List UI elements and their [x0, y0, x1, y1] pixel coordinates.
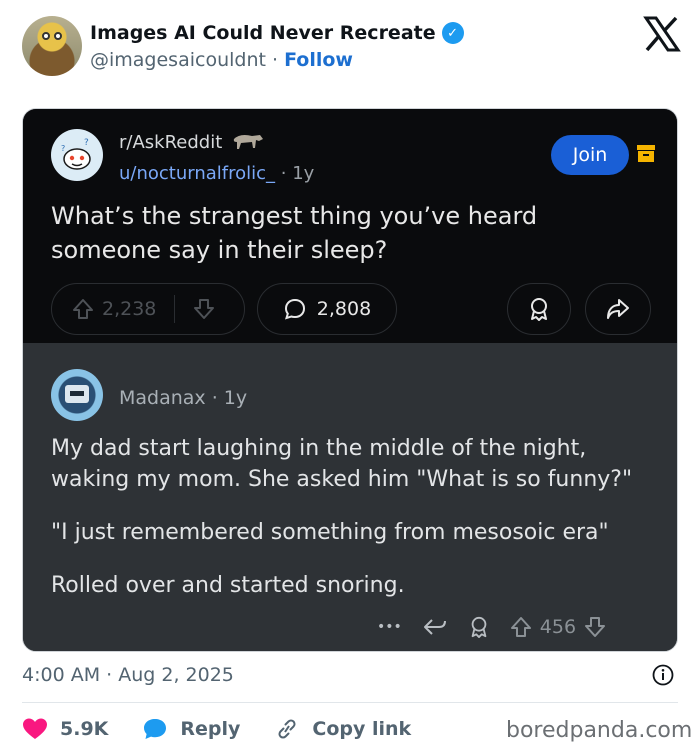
avatar-eye-left	[42, 32, 50, 40]
award-button[interactable]	[507, 283, 571, 335]
award-icon	[531, 298, 547, 321]
link-icon	[278, 719, 296, 739]
upvote-icon[interactable]	[72, 298, 94, 320]
comment-bubble-icon	[284, 298, 305, 320]
comment-count: 2,808	[316, 298, 372, 320]
comment-paragraph: Rolled over and started snoring.	[51, 573, 405, 598]
reply-bubble-icon	[144, 719, 167, 739]
author-handle[interactable]: @imagesaicouldnt	[90, 49, 266, 71]
comment-paragraph: "I just remembered something from mesoso…	[51, 520, 609, 545]
reply-label: Reply	[180, 718, 241, 740]
comment-vote-group: 456	[510, 616, 606, 638]
archive-icon[interactable]	[637, 143, 655, 163]
comment-award-icon[interactable]	[468, 615, 490, 639]
copy-link-button[interactable]: Copy link	[274, 717, 411, 741]
commenter-avatar[interactable]	[51, 369, 103, 421]
downvote-icon[interactable]	[193, 298, 215, 320]
post-title: What’s the strangest thing you’ve heard …	[51, 202, 538, 264]
author-avatar[interactable]	[22, 16, 82, 76]
commenter-row: Madanax · 1y	[119, 387, 247, 409]
heart-icon	[23, 718, 47, 739]
like-count: 5.9K	[60, 718, 109, 740]
boredpanda-watermark: boredpanda.com	[506, 718, 693, 743]
post-upvote-count: 2,238	[102, 298, 157, 320]
post-author-row: u/nocturnalfrolic_ · 1y	[119, 163, 314, 184]
author-display-name[interactable]: Images AI Could Never Recreate	[90, 22, 436, 44]
share-arrow-icon	[607, 299, 629, 319]
askreddit-snoo-icon: ? ?	[61, 138, 91, 170]
follow-button[interactable]: Follow	[284, 49, 353, 71]
vote-pill: 2,238	[51, 283, 245, 335]
tweet-header: Images AI Could Never Recreate ✓ @images…	[22, 16, 682, 80]
info-icon[interactable]	[652, 664, 674, 686]
robot-avatar-icon	[65, 385, 89, 403]
svg-text:?: ?	[61, 144, 65, 153]
reddit-comment: Madanax · 1y My dad start laughing in th…	[23, 343, 677, 651]
subreddit-name[interactable]: r/AskReddit	[119, 132, 222, 153]
reddit-post: ? ? r/AskReddit u/nocturnalfrolic_ · 1y …	[23, 109, 677, 343]
footer-divider	[22, 702, 678, 703]
reply-arrow-icon[interactable]	[422, 616, 448, 638]
post-author[interactable]: u/nocturnalfrolic_	[119, 163, 275, 184]
join-button[interactable]: Join	[551, 135, 629, 175]
embedded-image-card[interactable]: ? ? r/AskReddit u/nocturnalfrolic_ · 1y …	[22, 108, 678, 652]
reply-button[interactable]: Reply	[142, 717, 240, 741]
subreddit-icon[interactable]: ? ?	[51, 129, 103, 181]
post-age: · 1y	[280, 163, 315, 184]
post-actions: 2,238 2,808	[51, 283, 651, 335]
comment-paragraph: My dad start laughing in the middle of t…	[51, 436, 633, 492]
comment-upvote-count: 456	[539, 616, 577, 638]
comment-actions: ••• 456	[377, 613, 606, 641]
tweet-actions: 5.9K Reply Copy link	[22, 714, 445, 744]
avatar-eye-right	[54, 32, 62, 40]
commenter-name[interactable]: Madanax	[119, 387, 206, 409]
comment-age: · 1y	[211, 387, 248, 409]
tweet-timestamp[interactable]: 4:00 AM · Aug 2, 2025	[22, 664, 234, 686]
subreddit-name-row: r/AskReddit	[119, 131, 266, 153]
comment-body: My dad start laughing in the middle of t…	[51, 433, 661, 623]
handle-separator: ·	[272, 49, 279, 71]
name-row: Images AI Could Never Recreate ✓	[90, 22, 464, 44]
svg-text:?: ?	[84, 138, 89, 148]
animal-flair-icon	[234, 135, 264, 149]
handle-row: @imagesaicouldnt · Follow	[90, 49, 353, 71]
vote-separator	[174, 295, 176, 323]
share-button[interactable]	[585, 283, 651, 335]
comment-downvote-icon[interactable]	[584, 616, 606, 638]
x-logo-icon[interactable]	[642, 16, 682, 52]
copy-link-label: Copy link	[312, 718, 412, 740]
comments-button[interactable]: 2,808	[257, 283, 397, 335]
more-options-button[interactable]: •••	[377, 619, 402, 635]
like-button[interactable]: 5.9K	[22, 717, 108, 741]
verified-badge-icon: ✓	[441, 22, 464, 44]
comment-upvote-icon[interactable]	[510, 616, 532, 638]
